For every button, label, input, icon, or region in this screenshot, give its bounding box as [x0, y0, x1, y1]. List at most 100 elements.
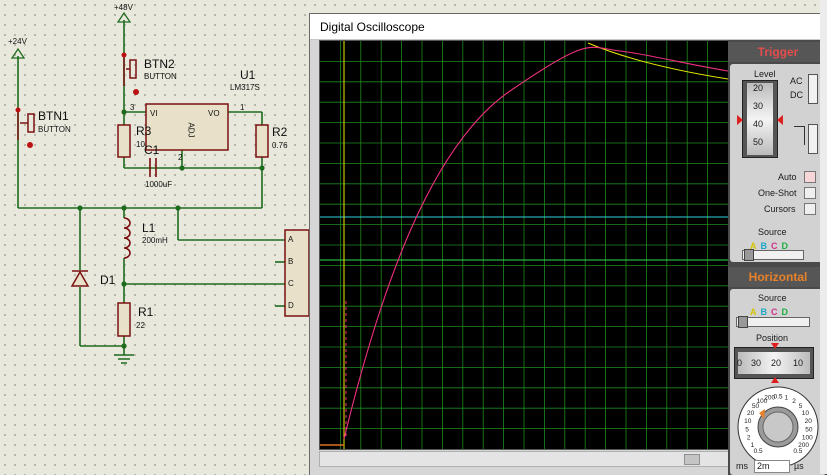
u1-pin-vo: VO	[208, 109, 220, 118]
scope-screen	[320, 41, 728, 449]
trigger-level-tick: 40	[753, 119, 764, 129]
r3-name: R3	[136, 124, 152, 138]
l1-value: 200mH	[142, 236, 168, 245]
btn2-type: BUTTON	[144, 72, 177, 81]
r2-resistor	[255, 124, 269, 158]
horizontal-source-slider[interactable]	[736, 316, 810, 328]
position-tick: 10	[793, 358, 804, 368]
horizontal-source-slider-thumb[interactable]	[738, 316, 748, 328]
l1-inductor	[123, 217, 131, 259]
trigger-oneshot-label: One-Shot	[758, 188, 797, 198]
timebase-tick-label: 100	[802, 435, 813, 442]
right-edge-strip	[820, 0, 827, 474]
scope-control-panel: Trigger Level 20 30 40 50 AC DC Auto One…	[728, 40, 827, 475]
trigger-edge-switch[interactable]	[808, 124, 818, 154]
timebase-tick-label: 0.5	[773, 394, 782, 401]
position-tick: 0	[737, 358, 743, 368]
horizontal-header-label: Horizontal	[748, 270, 808, 284]
timebase-knob[interactable]: 0.51251020501002000.5 1 251020501002000.5	[731, 383, 825, 471]
r2-name: R2	[272, 125, 288, 139]
channel-d-label: D	[781, 307, 789, 317]
position-tick: 30	[751, 358, 762, 368]
timebase-tick-label: 20	[747, 410, 755, 417]
trigger-level-dial[interactable]: 20 30 40 50	[737, 80, 783, 158]
timebase-value: 2m	[757, 461, 770, 471]
supply-24v-label: +24V	[8, 37, 27, 46]
trigger-auto-button[interactable]	[804, 171, 816, 183]
trigger-ac-label: AC	[790, 76, 803, 86]
channel-c-label: C	[771, 307, 778, 317]
r2-value: 0.76	[272, 141, 288, 150]
btn1-switch	[17, 110, 35, 140]
timebase-tick-label: 10	[802, 410, 810, 417]
position-marker-top-icon	[771, 343, 779, 349]
horizontal-section: Source ABCD Position 0 30 20 10 0.5 1 2 5 10…	[728, 289, 827, 475]
ground-symbol	[114, 354, 134, 364]
trigger-level-tick: 30	[753, 101, 764, 111]
trigger-coupling-switch[interactable]	[808, 74, 818, 104]
channel-a-label: A	[750, 307, 757, 317]
oscilloscope-title-bar[interactable]: Digital Oscilloscope	[310, 14, 827, 40]
scope-horizontal-scrollbar[interactable]	[319, 451, 729, 467]
trigger-section-header: Trigger	[728, 42, 827, 62]
l1-name: L1	[142, 221, 156, 235]
btn2-name: BTN2	[144, 57, 175, 71]
u1-pin-vi: VI	[150, 109, 158, 118]
u1-pin1: 1	[240, 103, 245, 112]
trigger-auto-label: Auto	[778, 172, 797, 182]
trigger-cursors-button[interactable]	[804, 203, 816, 215]
timebase-tick-label: 0.5	[754, 448, 763, 455]
trigger-level-tick: 20	[753, 83, 764, 93]
trigger-dc-label: DC	[790, 90, 803, 100]
timebase-tick-label: 2	[747, 435, 751, 442]
scope-grid	[320, 41, 728, 449]
supply-48v-label: +48V	[114, 3, 133, 12]
r3-resistor	[117, 124, 131, 158]
probe-d-label: D	[288, 301, 294, 310]
trigger-level-marker-left-icon	[737, 115, 743, 125]
horizontal-position-dial[interactable]: 0 30 20 10	[734, 343, 814, 383]
oscilloscope-window[interactable]: Digital Oscilloscope Trigger Level 20 30…	[309, 13, 827, 475]
btn1-type: BUTTON	[38, 125, 71, 134]
u1-pin3: 3	[130, 103, 135, 112]
trigger-edge-icon	[794, 126, 805, 145]
trigger-level-marker-right-icon	[777, 115, 783, 125]
trigger-level-tick: 50	[753, 137, 764, 147]
timebase-tick-label: 10	[744, 418, 752, 425]
trigger-level-label: Level	[754, 69, 776, 79]
timebase-tick-label: 2	[792, 398, 796, 405]
btn1-name: BTN1	[38, 109, 69, 123]
trigger-cursors-label: Cursors	[764, 204, 796, 214]
timebase-tick-label: 0.5	[793, 448, 802, 455]
timebase-tick-label: 50	[805, 426, 813, 433]
r1-name: R1	[138, 305, 154, 319]
u1-pin2: 2	[178, 153, 183, 162]
timebase-value-box[interactable]: 2m	[754, 460, 790, 473]
channel-b-label: B	[760, 307, 768, 317]
trigger-source-slider-thumb[interactable]	[744, 249, 754, 261]
timebase-tick-label: 20	[805, 418, 813, 425]
c1-name: C1	[144, 143, 160, 157]
trigger-oneshot-button[interactable]	[804, 187, 816, 199]
r1-resistor	[117, 302, 131, 337]
position-tick: 20	[771, 358, 782, 368]
scope-display	[319, 40, 729, 450]
scrollbar-thumb[interactable]	[684, 454, 700, 465]
trigger-source-slider[interactable]	[742, 249, 804, 261]
timebase-unit-right: µs	[794, 461, 804, 471]
timebase-tick-label: 5	[745, 426, 749, 433]
u1-name: U1	[240, 68, 256, 82]
trigger-header-label: Trigger	[757, 45, 799, 59]
timebase-tick-label: 1	[784, 395, 788, 402]
d1-name: D1	[100, 273, 116, 287]
timebase-tick-label: 1	[751, 442, 755, 449]
probe-c-label: C	[288, 279, 294, 288]
u1-part: LM317S	[230, 83, 260, 92]
c1-value: 1000uF	[145, 180, 173, 189]
horizontal-position-label: Position	[756, 333, 789, 343]
r1-value: 22	[136, 321, 145, 330]
oscilloscope-title: Digital Oscilloscope	[320, 20, 425, 34]
probe-b-label: B	[288, 257, 294, 266]
probe-a-label: A	[288, 235, 294, 244]
u1-pin-adj: ADJ	[186, 122, 196, 138]
